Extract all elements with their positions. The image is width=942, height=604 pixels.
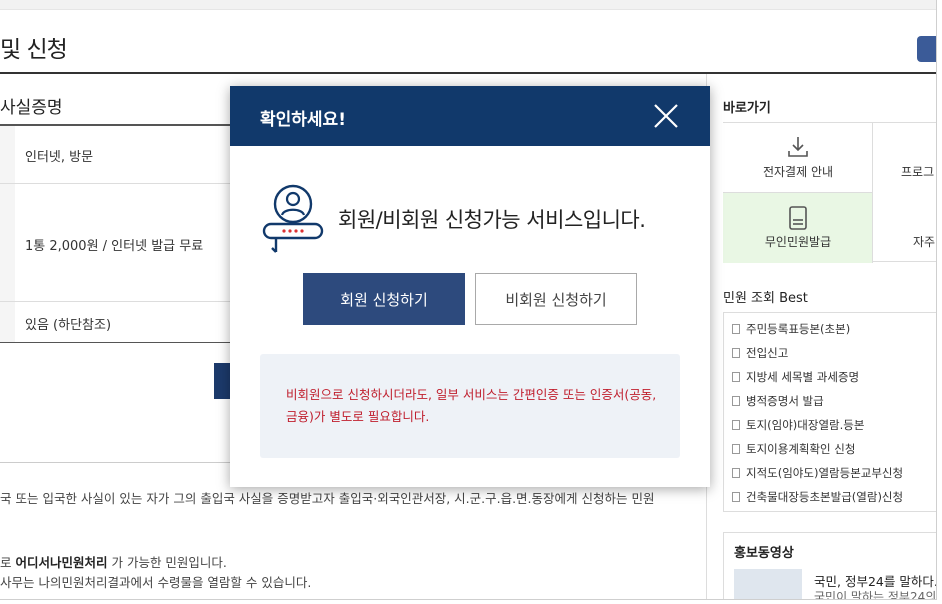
- document-icon: [732, 444, 740, 454]
- description-text: 가 가능한 민원입니다.: [107, 555, 227, 570]
- description-text: 로: [0, 555, 16, 570]
- anywhere-service-label: 어디서나민원처리: [15, 555, 108, 570]
- video-thumbnail[interactable]: [734, 569, 802, 599]
- best-item[interactable]: 지적도(임야도)열람등본교부신청: [732, 465, 903, 481]
- shortcut-grid: 전자결제 안내 프로그 무인민원발급 자주: [723, 122, 936, 263]
- shortcut-faq[interactable]: 자주: [913, 233, 935, 250]
- table-row-header: [0, 184, 15, 301]
- document-icon: [732, 420, 740, 430]
- best-item[interactable]: 병적증명서 발급: [732, 393, 824, 409]
- section-title: 사실증명: [0, 98, 63, 118]
- best-item[interactable]: 토지(임야)대장열람.등본: [732, 417, 864, 433]
- facebook-share-icon[interactable]: [917, 36, 936, 62]
- table-row-header: [0, 126, 15, 183]
- shortcut-kiosk[interactable]: 무인민원발급: [723, 193, 873, 263]
- user-login-icon: [262, 184, 324, 253]
- close-icon[interactable]: [650, 100, 682, 132]
- best-item[interactable]: 건축물대장등초본발급(열람)신청: [732, 489, 903, 505]
- best-item[interactable]: 지방세 세목별 과세증명: [732, 369, 859, 385]
- best-list: 주민등록표등본(초본) 전입신고 지방세 세목별 과세증명 병적증명서 발급 토…: [723, 312, 936, 512]
- table-cell: 있음 (하단참조): [25, 318, 112, 333]
- modal-title: 확인하세요!: [260, 110, 346, 130]
- best-item[interactable]: 전입신고: [732, 345, 788, 361]
- document-icon: [732, 324, 740, 334]
- promo-video-box: 홍보동영상 국민, 정부24를 말하다. 국민이 말하는 정부24의: [723, 532, 937, 600]
- page-title: 및 신청: [0, 37, 68, 63]
- best-title: 민원 조회 Best: [723, 291, 808, 306]
- table-cell: 1통 2,000원 / 인터넷 발급 무료: [25, 239, 204, 254]
- modal-header: 확인하세요!: [230, 86, 710, 146]
- document-icon: [732, 348, 740, 358]
- shortcut-label: 무인민원발급: [764, 235, 832, 249]
- notice-box: 비회원으로 신청하시더라도, 일부 서비스는 간편인증 또는 인증서(공동, 금…: [260, 354, 680, 458]
- table-row-header: [0, 302, 15, 342]
- shortcut-program[interactable]: 프로그: [901, 163, 934, 180]
- best-item[interactable]: 토지이용계획확인 신청: [732, 441, 855, 457]
- best-item[interactable]: 주민등록표등본(초본): [732, 321, 850, 337]
- table-cell: 인터넷, 방문: [25, 150, 94, 165]
- kiosk-icon: [789, 206, 807, 230]
- description-line: 로 어디서나민원처리 가 가능한 민원입니다.: [0, 552, 227, 571]
- guest-apply-button[interactable]: 비회원 신청하기: [475, 273, 637, 325]
- top-strip: [0, 0, 936, 10]
- document-icon: [732, 396, 740, 406]
- shortcut-label: 전자결제 안내: [762, 165, 834, 179]
- download-icon: [788, 137, 808, 157]
- document-icon: [732, 492, 740, 502]
- title-divider: [0, 72, 936, 74]
- shortcut-payment[interactable]: 전자결제 안내: [723, 123, 873, 193]
- description-line: 국 또는 입국한 사실이 있는 자가 그의 출입국 사실을 증명받고자 출입국·…: [0, 491, 655, 506]
- document-icon: [732, 468, 740, 478]
- modal-message: 회원/비회원 신청가능 서비스입니다.: [338, 208, 646, 232]
- member-apply-button[interactable]: 회원 신청하기: [303, 273, 465, 325]
- notice-text: 비회원으로 신청하시더라도, 일부 서비스는 간편인증 또는 인증서(공동, 금…: [286, 387, 657, 424]
- confirm-modal: 확인하세요! 회원/비회원 신청가능 서비스입니다. 회원 신청하기 비회원 신…: [230, 86, 710, 487]
- description-line: 사무는 나의민원처리결과에서 수령물을 열람할 수 있습니다.: [0, 575, 312, 590]
- document-icon: [732, 372, 740, 382]
- promo-subtext: 국민이 말하는 정부24의: [814, 590, 937, 600]
- promo-title: 홍보동영상: [734, 546, 794, 561]
- shortcut-title: 바로가기: [723, 101, 771, 116]
